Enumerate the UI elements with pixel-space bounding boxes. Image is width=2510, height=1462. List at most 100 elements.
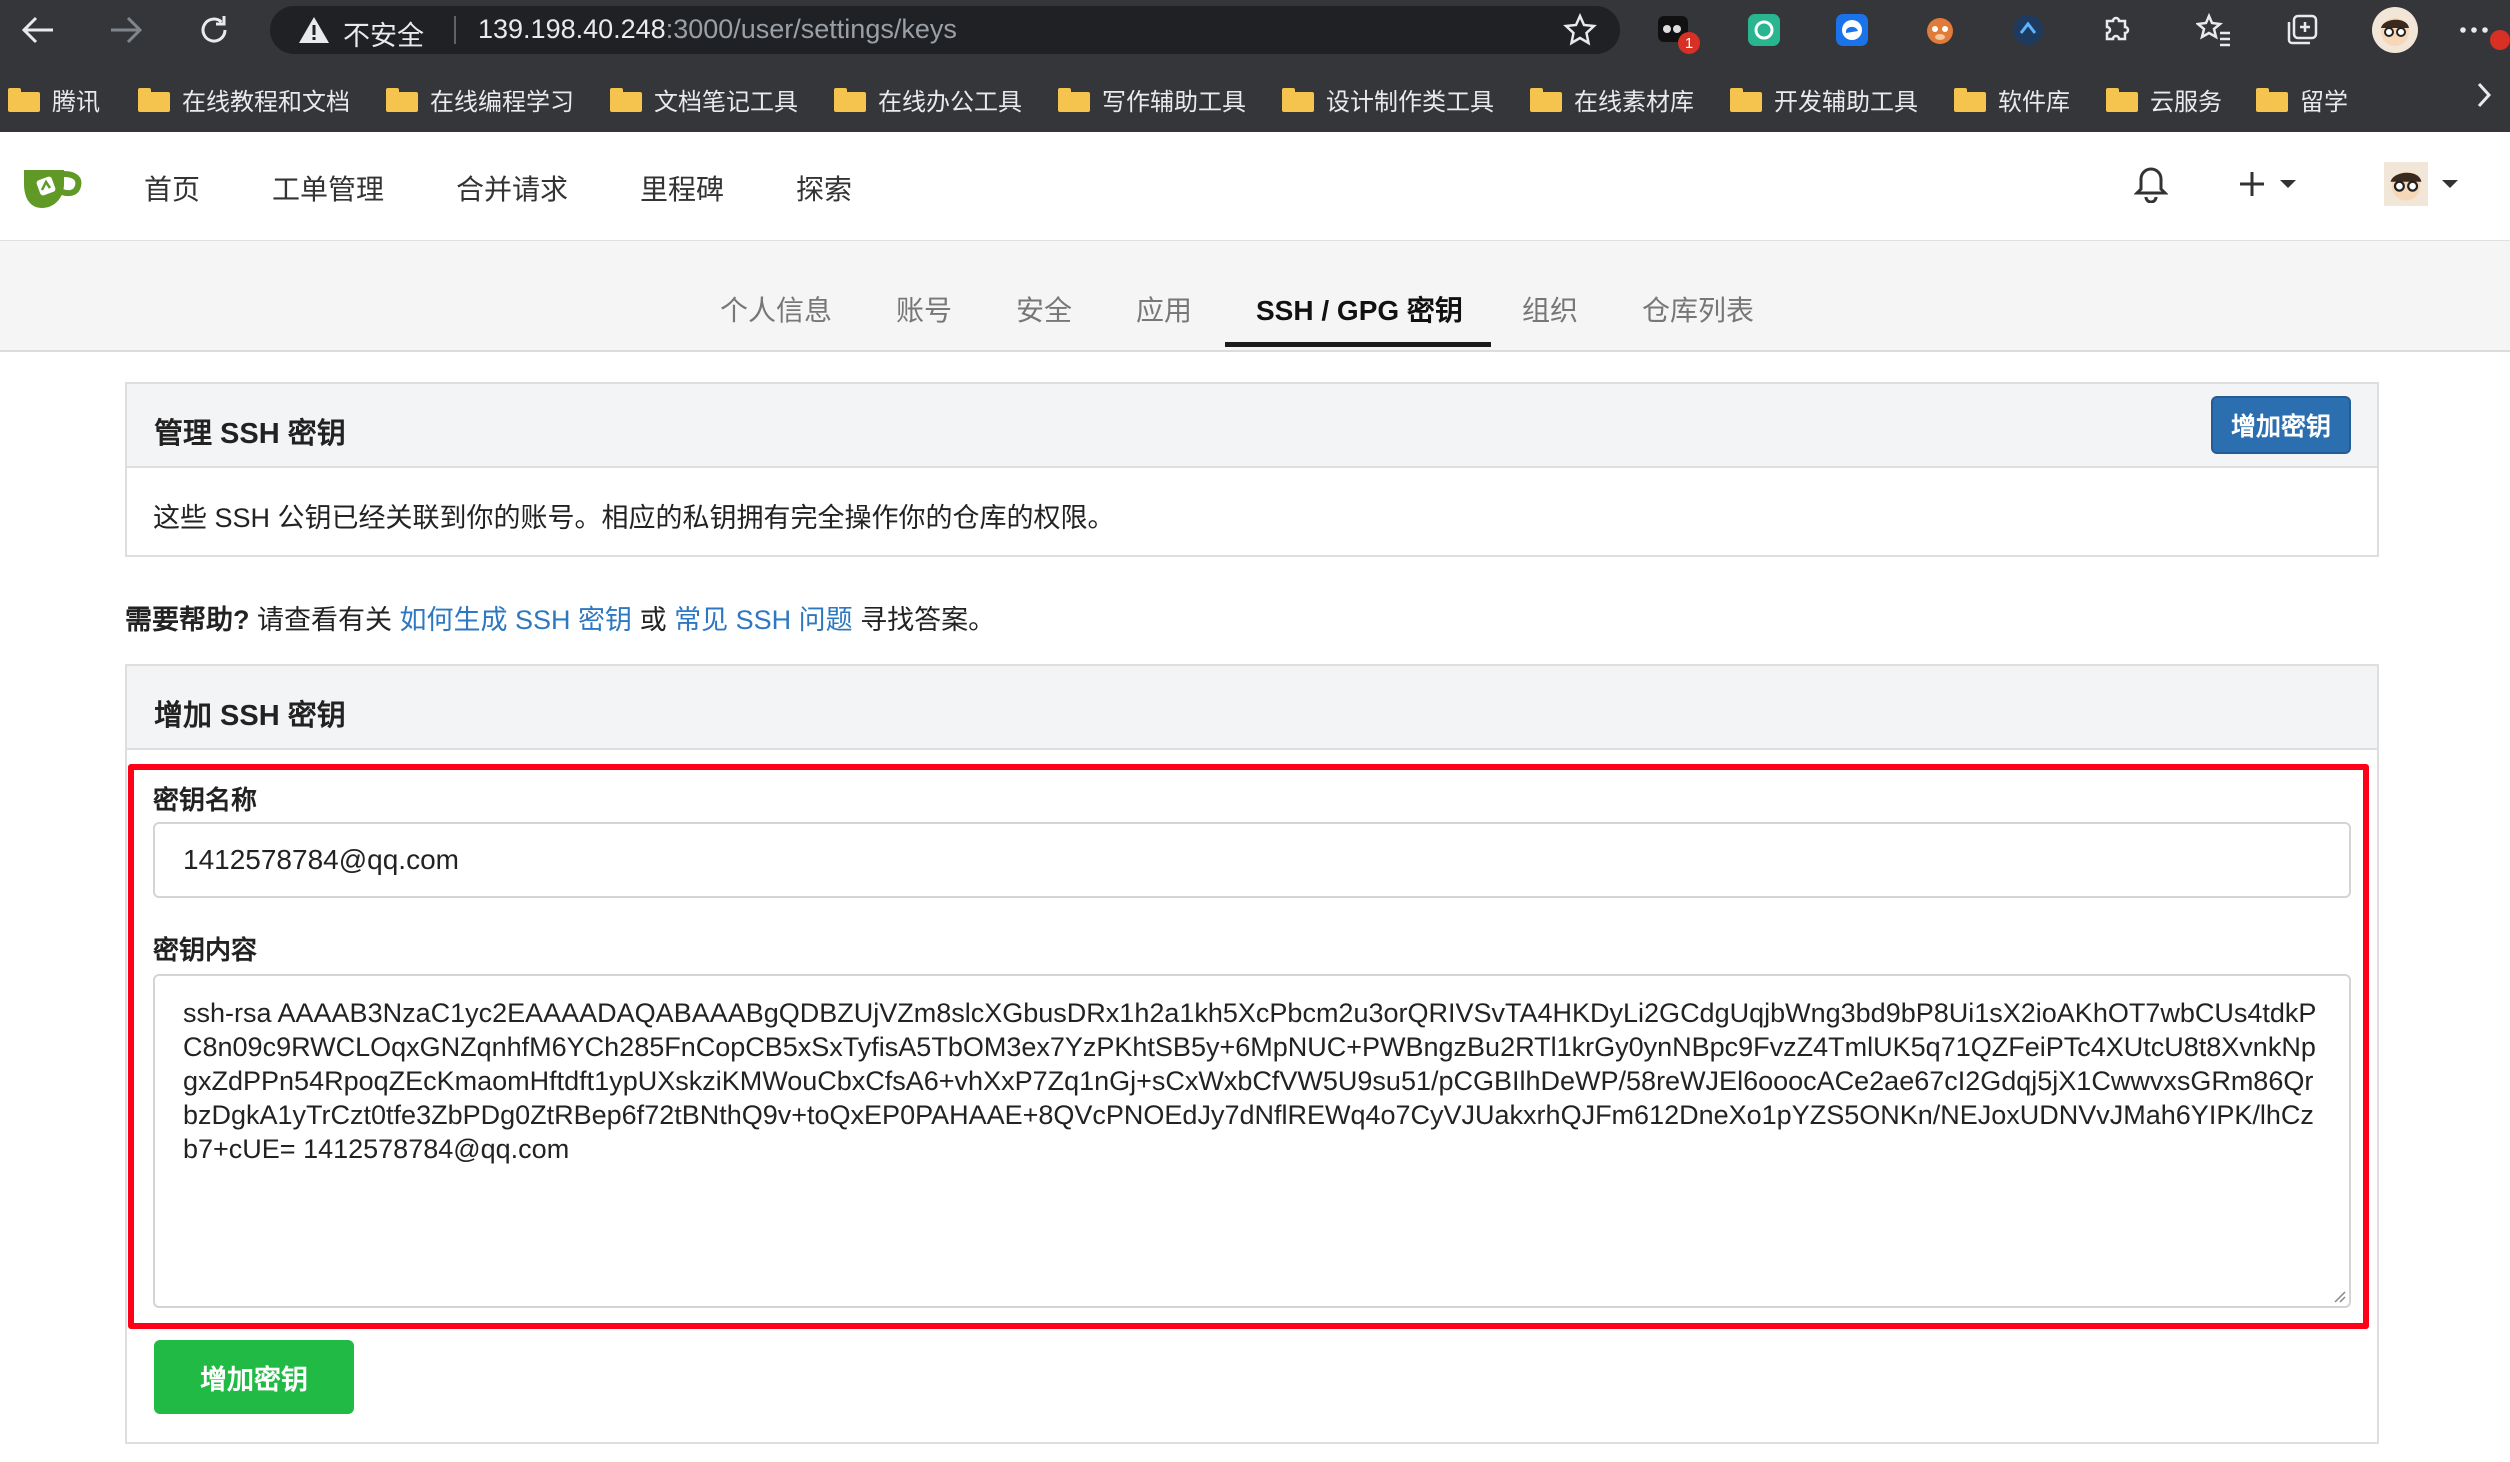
bookmark-folder[interactable]: 文档笔记工具	[610, 82, 798, 117]
nav-issues[interactable]: 工单管理	[272, 168, 384, 208]
refresh-extension-icon[interactable]	[1746, 12, 1782, 48]
submit-add-key-button[interactable]: 增加密钥	[154, 1340, 354, 1414]
favorites-icon[interactable]	[2196, 12, 2232, 48]
url-text[interactable]: 139.198.40.248:3000/user/settings/keys	[478, 14, 957, 45]
add-ssh-panel-header: 增加 SSH 密钥	[125, 664, 2379, 750]
help-text-1: 请查看有关	[257, 605, 393, 635]
help-text-2: 或	[639, 605, 667, 635]
bookmark-label: 在线素材库	[1574, 89, 1694, 116]
key-content-textarea[interactable]: ssh-rsa AAAAB3NzaC1yc2EAAAADAQABAAABgQDB…	[153, 974, 2351, 1308]
bookmark-label: 云服务	[2150, 89, 2222, 116]
bookmark-label: 腾讯	[52, 89, 100, 116]
more-menu-icon[interactable]	[2456, 12, 2492, 48]
tab-account[interactable]: 账号	[896, 289, 952, 329]
tab-ssh-gpg-keys[interactable]: SSH / GPG 密钥	[1256, 289, 1463, 329]
tab-organizations[interactable]: 组织	[1522, 289, 1578, 329]
folder-icon	[8, 87, 40, 112]
nav-milestones[interactable]: 里程碑	[640, 168, 724, 208]
bookmark-folder[interactable]: 开发辅助工具	[1730, 82, 1918, 117]
bookmark-folder[interactable]: 在线素材库	[1530, 82, 1694, 117]
folder-icon	[834, 87, 866, 112]
help-text: 需要帮助? 请查看有关 如何生成 SSH 密钥 或 常见 SSH 问题 寻找答案…	[125, 598, 995, 637]
help-link-common-ssh-problems[interactable]: 常见 SSH 问题	[674, 605, 853, 635]
insecure-label: 不安全	[343, 21, 424, 51]
tab-profile[interactable]: 个人信息	[720, 289, 832, 329]
key-content-label: 密钥内容	[153, 935, 258, 965]
key-name-label: 密钥名称	[153, 785, 258, 815]
folder-icon	[386, 87, 418, 112]
bookmark-folder[interactable]: 软件库	[1954, 82, 2070, 117]
bookmark-folder[interactable]: 在线办公工具	[834, 82, 1022, 117]
bookmarks-bar: 腾讯 在线教程和文档 在线编程学习 文档笔记工具 在线办公工具 写作辅助工具 设…	[0, 60, 2510, 132]
address-divider	[454, 16, 456, 44]
folder-icon	[1954, 87, 1986, 112]
sync-extension-icon[interactable]	[2010, 12, 2046, 48]
tab-security[interactable]: 安全	[1016, 289, 1072, 329]
key-name-input[interactable]: 1412578784@qq.com	[153, 822, 2351, 898]
help-link-generate-ssh[interactable]: 如何生成 SSH 密钥	[400, 605, 633, 635]
tab-applications[interactable]: 应用	[1136, 289, 1192, 329]
avatar	[2384, 162, 2428, 206]
create-new-menu[interactable]	[2238, 162, 2296, 206]
bookmark-label: 写作辅助工具	[1102, 89, 1246, 116]
settings-tabs: 个人信息 账号 安全 应用 SSH / GPG 密钥 组织 仓库列表	[0, 241, 2510, 352]
tab-repositories[interactable]: 仓库列表	[1642, 289, 1754, 329]
url-host: 139.198.40.248	[478, 14, 666, 44]
monkey-extension-icon[interactable]	[1922, 12, 1958, 48]
manage-ssh-panel-header: 管理 SSH 密钥	[125, 382, 2379, 468]
forward-icon[interactable]	[106, 10, 146, 50]
collections-icon[interactable]	[2284, 12, 2320, 48]
bookmark-folder[interactable]: 写作辅助工具	[1058, 82, 1246, 117]
bookmark-label: 在线教程和文档	[182, 89, 350, 116]
help-prefix: 需要帮助?	[125, 605, 250, 635]
update-dot	[2490, 30, 2510, 50]
back-icon[interactable]	[18, 10, 58, 50]
reload-icon[interactable]	[194, 10, 234, 50]
folder-icon	[1282, 87, 1314, 112]
add-ssh-title: 增加 SSH 密钥	[154, 700, 346, 732]
bookmark-folder[interactable]: 在线编程学习	[386, 82, 574, 117]
add-key-button[interactable]: 增加密钥	[2211, 396, 2351, 454]
folder-icon	[610, 87, 642, 112]
help-text-3: 寻找答案。	[860, 605, 996, 635]
folder-icon	[1730, 87, 1762, 112]
active-tab-indicator	[1225, 342, 1491, 347]
folder-icon	[1530, 87, 1562, 112]
url-path: :3000/user/settings/keys	[665, 14, 957, 44]
bookmark-label: 开发辅助工具	[1774, 89, 1918, 116]
extension-badge: 1	[1678, 32, 1700, 54]
user-menu[interactable]	[2384, 162, 2458, 206]
puzzle-icon[interactable]	[2098, 12, 2134, 48]
bookmark-folder[interactable]: 在线教程和文档	[138, 82, 350, 117]
warning-icon[interactable]	[296, 12, 332, 48]
manage-ssh-description: 这些 SSH 公钥已经关联到你的账号。相应的私钥拥有完全操作你的仓库的权限。	[153, 503, 1115, 533]
notification-bell-icon[interactable]	[2134, 162, 2168, 206]
bookmark-folder[interactable]: 留学	[2256, 82, 2348, 117]
bookmark-folder[interactable]: 腾讯	[8, 82, 100, 117]
nav-pull-requests[interactable]: 合并请求	[456, 168, 568, 208]
nav-explore[interactable]: 探索	[796, 168, 852, 208]
site-header: 首页 工单管理 合并请求 里程碑 探索	[0, 132, 2510, 242]
folder-icon	[1058, 87, 1090, 112]
bookmark-label: 在线编程学习	[430, 89, 574, 116]
folder-icon	[138, 87, 170, 112]
plus-icon	[2240, 172, 2264, 196]
bookmarks-overflow-icon[interactable]	[2474, 80, 2494, 118]
manage-ssh-title: 管理 SSH 密钥	[154, 418, 346, 450]
profile-avatar[interactable]	[2372, 7, 2418, 53]
nav-home[interactable]: 首页	[144, 168, 200, 208]
bookmark-label: 软件库	[1998, 89, 2070, 116]
bookmark-label: 留学	[2300, 89, 2348, 116]
resize-handle-icon[interactable]	[2330, 1287, 2346, 1303]
browser-toolbar: 不安全 139.198.40.248:3000/user/settings/ke…	[0, 0, 2510, 60]
bookmark-label: 文档笔记工具	[654, 89, 798, 116]
bookmark-star-icon[interactable]	[1562, 12, 1598, 48]
chevron-down-icon	[2280, 180, 2296, 188]
gitea-logo-icon[interactable]	[20, 160, 84, 212]
folder-icon	[2256, 87, 2288, 112]
folder-icon	[2106, 87, 2138, 112]
bookmark-label: 设计制作类工具	[1326, 89, 1494, 116]
bookmark-folder[interactable]: 云服务	[2106, 82, 2222, 117]
bookmark-folder[interactable]: 设计制作类工具	[1282, 82, 1494, 117]
cloud-extension-icon[interactable]	[1834, 12, 1870, 48]
